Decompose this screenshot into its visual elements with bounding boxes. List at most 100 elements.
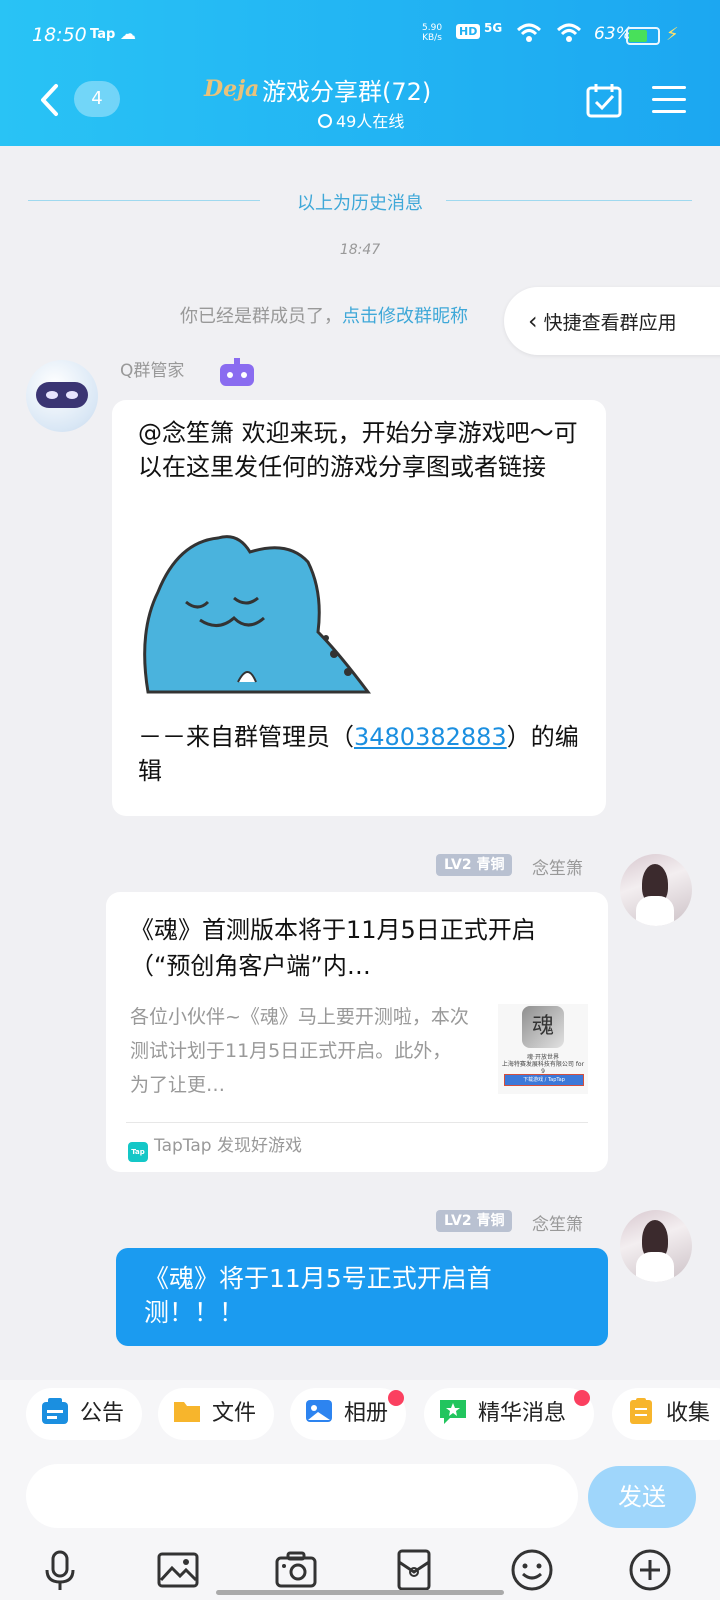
hd-icon: HD	[456, 24, 481, 39]
level-badge: LV2 青铜	[436, 854, 513, 876]
collect-icon	[626, 1394, 656, 1424]
new-indicator-dot	[388, 1390, 404, 1406]
gallery-icon[interactable]	[156, 1548, 200, 1592]
history-divider: 以上为历史消息	[297, 193, 423, 214]
dinosaur-sticker	[138, 532, 378, 702]
home-indicator[interactable]	[216, 1590, 504, 1595]
back-button[interactable]	[36, 80, 62, 120]
calendar-check-icon	[586, 84, 622, 118]
menu-icon-bar	[652, 110, 686, 113]
shortcut-album[interactable]: 相册	[290, 1388, 406, 1440]
thumbnail-caption-title: 魂·开放世界	[527, 1054, 559, 1061]
avatar-body	[636, 896, 674, 926]
plus-icon[interactable]	[628, 1548, 672, 1592]
taptap-icon: Tap	[128, 1142, 148, 1162]
message-text: @念笙箫 欢迎来玩，开始分享游戏吧～可以在这里发任何的游戏分享图或者链接	[138, 419, 578, 481]
message-bubble[interactable]: @念笙箫 欢迎来玩，开始分享游戏吧～可以在这里发任何的游戏分享图或者链接 －－来…	[112, 400, 606, 816]
shortcut-announcement[interactable]: 公告	[26, 1388, 142, 1440]
send-button[interactable]: 发送	[588, 1466, 696, 1528]
online-count-label: 49人在线	[336, 112, 405, 131]
input-bar: 发送	[0, 1456, 720, 1600]
card-divider	[126, 1122, 588, 1123]
avatar-body	[636, 1252, 674, 1282]
message-footer: －－来自群管理员（3480382883）的编辑	[138, 720, 588, 788]
footer-prefix: －－来自群管理员（	[138, 723, 354, 751]
link-card-thumbnail: 魂 魂·开放世界 上海特赛发展科技有限公司 for 9 下载游戏 / TapTap	[498, 1004, 588, 1094]
sender-name: 念笙箫	[532, 1215, 583, 1235]
menu-icon-bar	[652, 98, 686, 101]
system-notice-text: 你已经是群成员了，	[180, 306, 342, 327]
robot-badge-icon	[218, 358, 256, 388]
edit-nickname-link[interactable]: 点击修改群昵称	[342, 306, 468, 327]
game-logo-icon: 魂	[522, 1006, 564, 1048]
taptap-notification-icon: Tap	[90, 27, 116, 42]
admin-qq-link[interactable]: 3480382883	[354, 723, 507, 751]
network-speed: 5.90 KB/s	[422, 23, 442, 43]
link-card-description: 各位小伙伴~《魂》马上要开测啦，本次测试计划于11月5日正式开启。此外，为了让更…	[130, 1006, 469, 1096]
shortcut-collect[interactable]: 收集	[612, 1388, 720, 1440]
user-avatar[interactable]	[620, 854, 692, 926]
group-logo: Deja	[204, 76, 260, 102]
shortcut-featured-messages[interactable]: 精华消息	[424, 1388, 594, 1440]
online-status-icon	[318, 114, 332, 128]
red-packet-icon[interactable]	[392, 1548, 436, 1592]
sender-name: 念笙箫	[532, 859, 583, 879]
shortcut-label: 公告	[80, 1401, 125, 1426]
wifi-icon	[556, 22, 582, 49]
link-card-title: 《魂》首测版本将于11月5日正式开启（“预创角客户端”内…	[130, 916, 536, 980]
sender-name: Q群管家	[120, 361, 185, 381]
link-source-label: TapTap 发现好游戏	[154, 1136, 302, 1156]
menu-icon-bar	[652, 86, 686, 89]
battery-icon	[626, 27, 660, 45]
announcement-icon	[40, 1394, 70, 1424]
quick-group-apps-label: 快捷查看群应用	[543, 312, 677, 334]
system-notice: 你已经是群成员了，点击修改群昵称	[180, 302, 468, 328]
thumbnail-caption: 魂·开放世界 上海特赛发展科技有限公司 for 9	[500, 1054, 586, 1075]
shortcut-files[interactable]: 文件	[158, 1388, 274, 1440]
battery-fill	[629, 30, 647, 42]
message-text: 《魂》将于11月5号正式开启首测！！！	[144, 1264, 492, 1327]
camera-icon[interactable]	[274, 1548, 318, 1592]
status-time: 18:50	[32, 24, 87, 46]
online-count[interactable]: 49人在线	[318, 108, 404, 132]
message-bubble[interactable]: 《魂》将于11月5号正式开启首测！！！	[116, 1248, 608, 1346]
chevron-left-icon: ‹	[528, 307, 538, 335]
folder-icon	[172, 1394, 202, 1424]
network-speed-unit: KB/s	[422, 33, 442, 43]
network-type: 5G	[484, 21, 503, 35]
quick-group-apps-button[interactable]: ‹ 快捷查看群应用	[504, 287, 720, 355]
menu-button[interactable]	[652, 86, 686, 116]
user-avatar[interactable]	[620, 1210, 692, 1282]
level-badge: LV2 青铜	[436, 1210, 513, 1232]
shortcut-label: 文件	[212, 1401, 257, 1426]
new-indicator-dot	[574, 1390, 590, 1406]
charging-icon: ⚡	[666, 24, 679, 45]
robot-eye	[46, 391, 58, 399]
network-speed-value: 5.90	[422, 23, 443, 33]
shortcut-label: 收集	[666, 1401, 711, 1426]
chevron-left-icon	[41, 84, 58, 116]
shortcut-label: 精华消息	[478, 1401, 567, 1426]
robot-eye	[66, 391, 78, 399]
cloud-icon: ☁	[120, 24, 136, 43]
message-input[interactable]	[26, 1464, 578, 1528]
emoji-icon[interactable]	[510, 1548, 554, 1592]
signal-icon	[516, 22, 542, 49]
album-icon	[304, 1394, 334, 1424]
message-timestamp: 18:47	[339, 242, 381, 258]
bot-avatar[interactable]	[26, 360, 98, 432]
thumbnail-caption-publisher: 上海特赛发展科技有限公司 for 9	[501, 1061, 585, 1075]
calendar-check-button[interactable]	[586, 82, 622, 118]
robot-visor	[36, 382, 88, 408]
status-bar: 18:50 Tap ☁ 5.90 KB/s HD 5G 63% ⚡	[0, 0, 720, 70]
featured-message-icon	[438, 1394, 468, 1424]
unread-count-badge[interactable]: 4	[74, 81, 120, 117]
chat-header: 18:50 Tap ☁ 5.90 KB/s HD 5G 63% ⚡ 4 Deja …	[0, 0, 720, 146]
group-title[interactable]: 游戏分享群(72)	[262, 72, 431, 107]
link-source: Tap TapTap 发现好游戏	[128, 1132, 302, 1162]
divider-line-right	[446, 200, 692, 201]
link-card[interactable]: 《魂》首测版本将于11月5日正式开启（“预创角客户端”内… 各位小伙伴~《魂》马…	[106, 892, 608, 1172]
microphone-icon[interactable]	[38, 1548, 82, 1592]
shortcut-label: 相册	[344, 1401, 389, 1426]
thumbnail-download-button: 下载游戏 / TapTap	[504, 1074, 584, 1086]
